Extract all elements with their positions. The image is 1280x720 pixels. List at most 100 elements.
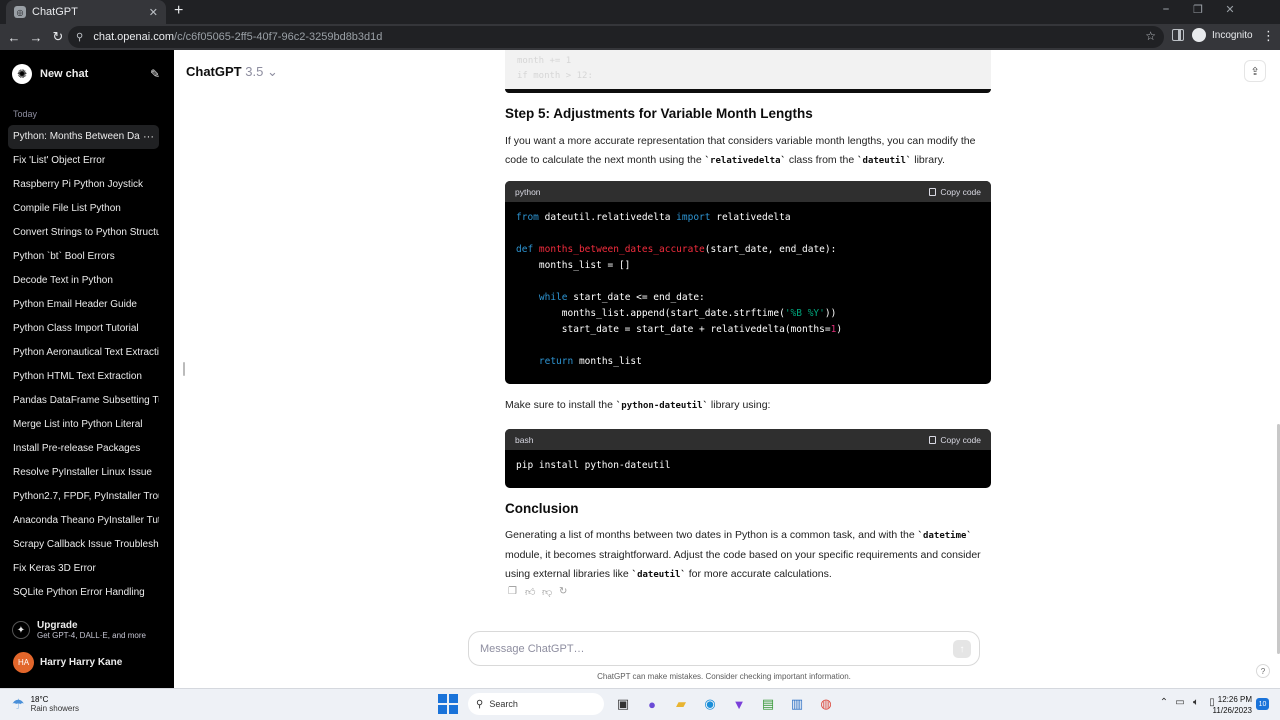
- send-button[interactable]: ↑: [953, 640, 971, 658]
- copy-code-label: Copy code: [940, 434, 981, 445]
- sidebar-chat-label: Python Aeronautical Text Extraction: [13, 347, 159, 358]
- notification-badge[interactable]: 10: [1256, 698, 1269, 710]
- browser-tab[interactable]: ◎ ChatGPT ✕: [6, 0, 166, 24]
- sidebar-chat-item[interactable]: Fix Keras 3D Error: [8, 557, 159, 581]
- edge-browser-icon[interactable]: ◉: [699, 693, 721, 715]
- forward-icon[interactable]: →: [25, 30, 47, 45]
- editor-app-icon[interactable]: ▤: [757, 693, 779, 715]
- close-window-icon[interactable]: ✕: [1214, 3, 1246, 16]
- message-placeholder: Message ChatGPT…: [480, 642, 585, 655]
- code-block-header: bash Copy code: [505, 429, 991, 450]
- sidebar-chat-item[interactable]: Anaconda Theano PyInstaller Tutorial: [8, 509, 159, 533]
- code-token: dateutil.relativedelta: [538, 212, 677, 223]
- volume-icon[interactable]: 🔈︎: [1188, 697, 1204, 708]
- upgrade-button[interactable]: ✦ Upgrade Get GPT-4, DALL·E, and more: [12, 620, 146, 640]
- vpn-app-icon[interactable]: ▼: [728, 693, 750, 715]
- weather-widget[interactable]: ☂ 18°C Rain showers: [12, 695, 79, 713]
- sidebar-collapse-handle[interactable]: [183, 362, 185, 376]
- site-info-icon[interactable]: ⚲: [76, 32, 83, 43]
- sidebar-chat-item[interactable]: Compile File List Python: [8, 197, 159, 221]
- code-content: from dateutil.relativedelta import relat…: [505, 202, 991, 378]
- thumbs-up-icon[interactable]: 👍︎: [525, 586, 542, 598]
- weather-temp: 18°C: [30, 695, 49, 704]
- code-token: months_list: [573, 356, 642, 367]
- start-button[interactable]: [438, 694, 458, 714]
- sidebar-chat-label: Python `bt` Bool Errors: [13, 251, 115, 262]
- taskbar-search[interactable]: ⚲ Search: [468, 693, 604, 715]
- taskbar-clock[interactable]: 12:26 PM 11/26/2023: [1210, 694, 1252, 716]
- copy-icon[interactable]: ❐: [508, 586, 525, 598]
- model-selector[interactable]: ChatGPT 3.5 ⌄: [186, 64, 278, 80]
- sidebar-chat-item[interactable]: Python: Months Between Dates ···: [8, 125, 159, 149]
- address-bar[interactable]: ⚲ chat.openai.com/c/c6f05065-2ff5-40f7-9…: [68, 26, 1164, 48]
- message-input[interactable]: Message ChatGPT… ↑: [468, 631, 980, 666]
- share-button[interactable]: ⇪: [1244, 60, 1266, 82]
- new-tab-button[interactable]: +: [174, 2, 183, 20]
- clipboard-icon: [929, 187, 937, 196]
- url-path: /c/c6f05065-2ff5-40f7-96c2-3259bd8b3d1d: [174, 31, 383, 43]
- new-chat-button[interactable]: ✺ New chat ✎: [8, 62, 160, 86]
- code-token: import: [676, 212, 711, 223]
- text-span: Make sure to install the: [505, 399, 616, 411]
- help-button[interactable]: ?: [1256, 664, 1270, 678]
- sidebar-chat-item[interactable]: Pandas DataFrame Subsetting Tutorial: [8, 389, 159, 413]
- network-icon[interactable]: ▭: [1172, 697, 1188, 708]
- reload-icon[interactable]: ↻: [47, 29, 69, 45]
- upgrade-subtitle: Get GPT-4, DALL·E, and more: [37, 631, 146, 640]
- chevron-down-icon: ⌄: [266, 64, 278, 79]
- python-code-block: python Copy code from dateutil.relatived…: [505, 181, 991, 384]
- sidebar-chat-item[interactable]: Raspberry Pi Python Joystick: [8, 173, 159, 197]
- code-token: '%B %Y': [784, 308, 825, 319]
- back-icon[interactable]: ←: [3, 30, 25, 45]
- thumbs-down-icon[interactable]: 👎︎: [542, 586, 559, 598]
- sidebar-chat-item[interactable]: Resolve PyInstaller Linux Issue: [8, 461, 159, 485]
- sidebar-chat-item[interactable]: Convert Strings to Python Structures: [8, 221, 159, 245]
- sidebar-chat-item[interactable]: Python HTML Text Extraction: [8, 365, 159, 389]
- inline-code: `datetime`: [917, 531, 972, 541]
- sidebar-chat-item[interactable]: Merge List into Python Literal: [8, 413, 159, 437]
- incognito-indicator[interactable]: Incognito: [1192, 28, 1253, 42]
- restore-icon[interactable]: ❐: [1182, 3, 1214, 16]
- more-options-icon[interactable]: ···: [140, 125, 154, 149]
- code-token: )): [824, 308, 837, 319]
- inline-code: `dateutil`: [631, 570, 686, 580]
- edit-icon[interactable]: ✎: [150, 67, 160, 81]
- sidebar-chat-item[interactable]: Decode Text in Python: [8, 269, 159, 293]
- task-view-icon[interactable]: ▣: [612, 693, 634, 715]
- side-panel-icon[interactable]: [1172, 29, 1184, 41]
- sidebar-chat-item[interactable]: Fix 'List' Object Error: [8, 149, 159, 173]
- close-tab-icon[interactable]: ✕: [149, 6, 158, 19]
- remote-app-icon[interactable]: ▥: [786, 693, 808, 715]
- regenerate-icon[interactable]: ↻: [559, 586, 576, 598]
- sidebar-chat-label: Python: Months Between Dates: [13, 131, 154, 142]
- sidebar-chat-item[interactable]: Install Pre-release Packages: [8, 437, 159, 461]
- bookmark-star-icon[interactable]: ☆: [1145, 29, 1156, 43]
- sidebar-chat-item[interactable]: SQLite Python Error Handling: [8, 581, 159, 605]
- file-explorer-icon[interactable]: ▰: [670, 693, 692, 715]
- install-paragraph: Make sure to install the `python-dateuti…: [505, 399, 991, 411]
- copy-code-button[interactable]: Copy code: [929, 435, 981, 445]
- browser-tab-strip: ◎ ChatGPT ✕ + ⎯ ❐ ✕: [0, 0, 1280, 24]
- sidebar-chat-label: Raspberry Pi Python Joystick: [13, 179, 144, 190]
- inline-code: `python-dateutil`: [615, 401, 709, 411]
- user-menu[interactable]: HA Harry Harry Kane: [13, 652, 122, 673]
- sidebar-chat-item[interactable]: Python2.7, FPDF, PyInstaller Troubles: [8, 485, 159, 509]
- minimize-icon[interactable]: ⎯: [1150, 3, 1182, 16]
- sidebar-chat-item[interactable]: Python Email Header Guide: [8, 293, 159, 317]
- sidebar-chat-label: Compile File List Python: [13, 203, 121, 214]
- openai-logo-icon: ✺: [12, 64, 32, 84]
- chat-app-icon[interactable]: ●: [641, 693, 663, 715]
- sidebar-chat-item[interactable]: Python `bt` Bool Errors: [8, 245, 159, 269]
- chrome-browser-icon[interactable]: ◍: [815, 693, 837, 715]
- taskbar-search-label: Search: [489, 699, 518, 709]
- code-token: while: [538, 292, 568, 303]
- browser-menu-icon[interactable]: ⋮: [1262, 28, 1275, 44]
- sidebar-chat-item[interactable]: Python Class Import Tutorial: [8, 317, 159, 341]
- copy-code-button[interactable]: Copy code: [929, 187, 981, 197]
- chevron-up-icon[interactable]: ⌃: [1156, 697, 1172, 708]
- sidebar-chat-item[interactable]: Python Aeronautical Text Extraction: [8, 341, 159, 365]
- code-line: month += 1: [517, 56, 572, 66]
- sidebar-chat-label: Scrapy Callback Issue Troubleshooting: [13, 539, 159, 550]
- sidebar-chat-item[interactable]: Scrapy Callback Issue Troubleshooting: [8, 533, 159, 557]
- code-language-label: bash: [515, 434, 534, 445]
